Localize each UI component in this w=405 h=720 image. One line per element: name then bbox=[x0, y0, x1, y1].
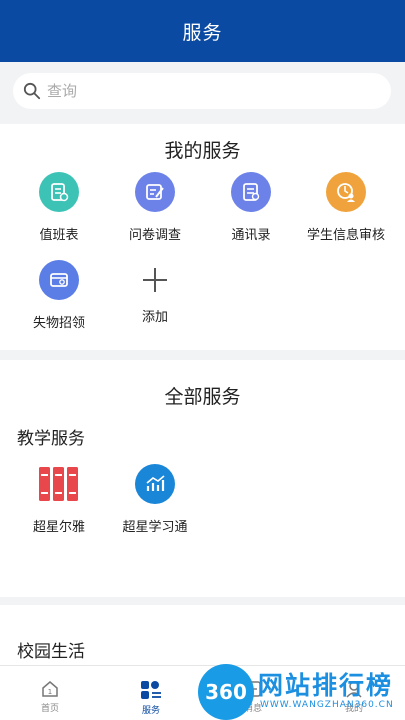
my-services-title: 我的服务 bbox=[164, 140, 241, 162]
service-label: 问卷调查 bbox=[128, 228, 181, 243]
service-label: 超星学习通 bbox=[122, 520, 188, 535]
lost-found-icon bbox=[39, 260, 79, 300]
search-icon bbox=[23, 82, 41, 100]
my-services-card: 我的服务 值班表 问卷调查 通讯录 学生信息审核 失物招领 添加 bbox=[0, 124, 405, 350]
tab-label: 首页 bbox=[40, 704, 59, 714]
service-survey[interactable]: 问卷调查 bbox=[105, 172, 205, 243]
schedule-icon bbox=[39, 172, 79, 212]
group-title-campus: 校园生活 bbox=[17, 642, 85, 662]
service-lost-found[interactable]: 失物招领 bbox=[9, 260, 109, 331]
service-label: 添加 bbox=[141, 310, 168, 325]
service-label: 通讯录 bbox=[231, 228, 271, 243]
service-label: 超星尔雅 bbox=[32, 520, 85, 535]
service-chaoxing-xuexitong[interactable]: 超星学习通 bbox=[105, 464, 205, 535]
student-review-icon bbox=[326, 172, 366, 212]
tab-home[interactable]: 1 首页 bbox=[0, 666, 100, 720]
service-label: 学生信息审核 bbox=[306, 228, 385, 243]
search-box[interactable] bbox=[13, 73, 391, 109]
watermark-text: 网站排行榜 bbox=[258, 671, 394, 700]
service-contacts[interactable]: 通讯录 bbox=[201, 172, 301, 243]
service-label: 失物招领 bbox=[32, 316, 85, 331]
contacts-icon bbox=[231, 172, 271, 212]
chart-icon bbox=[135, 464, 175, 504]
survey-icon bbox=[135, 172, 175, 212]
watermark: 360 网站排行榜 WWW.WANGZHAN360.CN bbox=[196, 662, 405, 720]
app-header: 服务 bbox=[0, 0, 405, 62]
service-student-review[interactable]: 学生信息审核 bbox=[296, 172, 396, 243]
service-chaoxing-erya[interactable]: 超星尔雅 bbox=[9, 464, 109, 535]
watermark-url: WWW.WANGZHAN360.CN bbox=[260, 700, 394, 710]
tab-label: 服务 bbox=[141, 706, 160, 716]
service-schedule[interactable]: 值班表 bbox=[9, 172, 109, 243]
search-bar-area bbox=[0, 62, 405, 120]
group-title-teaching: 教学服务 bbox=[17, 429, 85, 449]
books-icon bbox=[37, 464, 81, 504]
svg-text:1: 1 bbox=[48, 688, 52, 696]
services-icon bbox=[141, 681, 161, 699]
tab-services[interactable]: 服务 bbox=[101, 666, 201, 720]
home-icon: 1 bbox=[42, 681, 58, 697]
search-input[interactable] bbox=[47, 82, 367, 100]
plus-icon bbox=[135, 260, 175, 300]
page-title: 服务 bbox=[182, 21, 223, 44]
service-label: 值班表 bbox=[39, 228, 79, 243]
add-service-button[interactable]: 添加 bbox=[105, 260, 205, 325]
watermark-logo: 360 bbox=[198, 664, 254, 720]
all-services-title: 全部服务 bbox=[164, 386, 241, 408]
campus-life-card: 校园生活 bbox=[0, 605, 405, 665]
all-services-card: 全部服务 教学服务 超星尔雅 超星学习通 bbox=[0, 360, 405, 597]
